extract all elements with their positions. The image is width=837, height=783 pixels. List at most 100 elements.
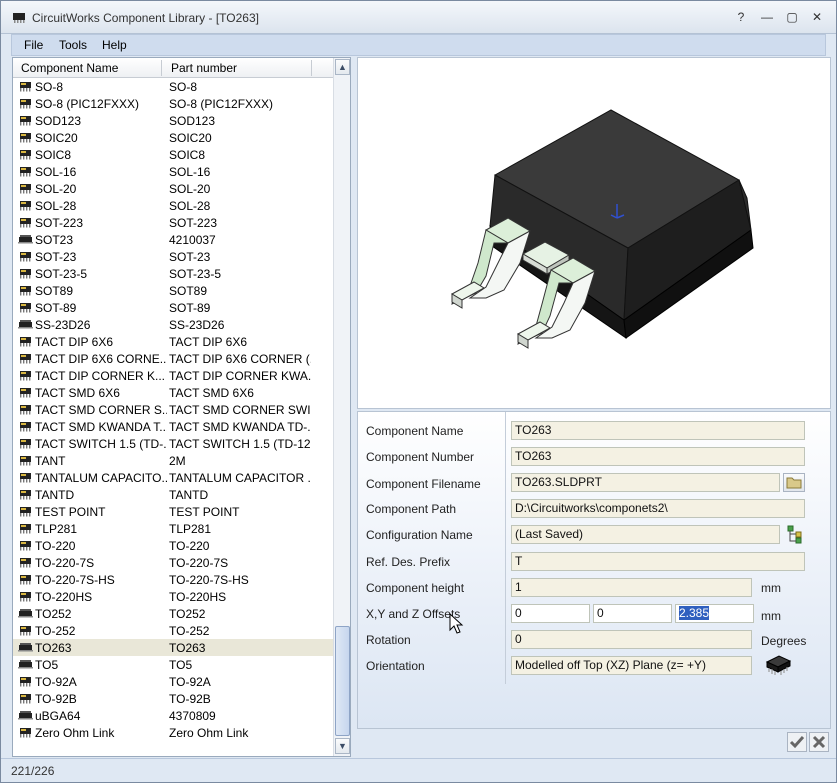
ic-chip-icon: [20, 337, 31, 347]
component-list[interactable]: Component Name Part number SO-8 SO-8 SO-8 …: [12, 57, 351, 757]
list-item[interactable]: TO252 TO252: [13, 605, 333, 622]
scroll-up-button[interactable]: ▲: [335, 59, 350, 75]
component-path-field[interactable]: D:\Circuitworks\componets2\: [511, 499, 805, 518]
row-component-name: TACT SWITCH 1.5 (TD-...: [35, 437, 167, 451]
list-item[interactable]: TO-92B TO-92B: [13, 690, 333, 707]
ic-chip-icon: [20, 354, 31, 364]
rotation-field[interactable]: 0: [511, 630, 752, 649]
to263-model-image: [450, 109, 754, 349]
orientation-field[interactable]: Modelled off Top (XZ) Plane (z= +Y): [511, 656, 752, 675]
x-offset-field[interactable]: 0: [511, 604, 590, 623]
list-item[interactable]: SOT89 SOT89: [13, 282, 333, 299]
list-item[interactable]: TO-220HS TO-220HS: [13, 588, 333, 605]
list-item[interactable]: SO-8 (PIC12FXXX) SO-8 (PIC12FXXX): [13, 95, 333, 112]
ic-chip-icon: [20, 218, 31, 228]
browse-folder-button[interactable]: [783, 473, 805, 492]
row-part-number: TO252: [169, 607, 206, 621]
list-item[interactable]: TO-220-7S-HS TO-220-7S-HS: [13, 571, 333, 588]
list-scrollbar[interactable]: ▲ ▼: [333, 58, 350, 756]
list-item[interactable]: Zero Ohm Link Zero Ohm Link: [13, 724, 333, 741]
list-item[interactable]: SOT-23 SOT-23: [13, 248, 333, 265]
column-separator[interactable]: [161, 60, 162, 76]
ok-button[interactable]: [787, 732, 807, 752]
list-item[interactable]: TACT SMD KWANDA T... TACT SMD KWANDA TD-.…: [13, 418, 333, 435]
menu-help[interactable]: Help: [102, 38, 127, 52]
y-offset-field[interactable]: 0: [593, 604, 672, 623]
close-button[interactable]: ✕: [809, 9, 825, 25]
list-item[interactable]: TO-92A TO-92A: [13, 673, 333, 690]
list-item[interactable]: TO5 TO5: [13, 656, 333, 673]
list-item[interactable]: TACT DIP 6X6 CORNE... TACT DIP 6X6 CORNER…: [13, 350, 333, 367]
row-component-name: Zero Ohm Link: [35, 726, 115, 740]
list-item[interactable]: TACT DIP 6X6 TACT DIP 6X6: [13, 333, 333, 350]
maximize-button[interactable]: ▢: [784, 9, 800, 25]
row-component-name: SOIC20: [35, 131, 78, 145]
column-header-component-name[interactable]: Component Name: [21, 61, 118, 75]
list-item[interactable]: TO-252 TO-252: [13, 622, 333, 639]
component-path-label: Component Path: [366, 502, 457, 516]
list-item[interactable]: SOT23 4210037: [13, 231, 333, 248]
component-number-label: Component Number: [366, 450, 475, 464]
ref-des-prefix-field[interactable]: T: [511, 552, 805, 571]
configuration-name-field[interactable]: (Last Saved): [511, 525, 780, 544]
component-number-field[interactable]: TO263: [511, 447, 805, 466]
list-item[interactable]: SS-23D26 SS-23D26: [13, 316, 333, 333]
help-button[interactable]: ?: [733, 9, 749, 25]
orientation-chip-button[interactable]: [763, 652, 793, 678]
row-part-number: SO-8: [169, 80, 198, 94]
row-part-number: TO-220: [169, 539, 210, 553]
component-height-field[interactable]: 1: [511, 578, 752, 597]
row-component-name: SO-8 (PIC12FXXX): [35, 97, 140, 111]
row-part-number: SOL-20: [169, 182, 211, 196]
z-offset-field[interactable]: 2.385: [675, 604, 754, 623]
list-item[interactable]: TANT 2M: [13, 452, 333, 469]
row-component-name: TACT DIP 6X6 CORNE...: [35, 352, 167, 366]
list-item[interactable]: TANTD TANTD: [13, 486, 333, 503]
row-part-number: TACT DIP 6X6: [169, 335, 248, 349]
scroll-thumb[interactable]: [335, 626, 350, 736]
list-item[interactable]: TEST POINT TEST POINT: [13, 503, 333, 520]
list-item[interactable]: SOD123 SOD123: [13, 112, 333, 129]
list-item[interactable]: uBGA64 4370809: [13, 707, 333, 724]
menu-file[interactable]: File: [24, 38, 43, 52]
configuration-tree-button[interactable]: [785, 524, 805, 544]
column-separator[interactable]: [311, 60, 312, 76]
cancel-button[interactable]: [809, 732, 829, 752]
list-item[interactable]: TACT SMD CORNER S... TACT SMD CORNER SWI.…: [13, 401, 333, 418]
scroll-down-button[interactable]: ▼: [335, 738, 350, 754]
model-preview[interactable]: [357, 57, 831, 409]
list-item[interactable]: TACT SMD 6X6 TACT SMD 6X6: [13, 384, 333, 401]
ic-flat-icon: [18, 643, 33, 652]
list-item[interactable]: SOL-28 SOL-28: [13, 197, 333, 214]
component-height-label: Component height: [366, 581, 465, 595]
list-item[interactable]: SOL-20 SOL-20: [13, 180, 333, 197]
row-component-name: TO263: [35, 641, 72, 655]
list-item[interactable]: SOIC8 SOIC8: [13, 146, 333, 163]
ic-chip-icon: [20, 490, 31, 500]
list-item[interactable]: SOT-23-5 SOT-23-5: [13, 265, 333, 282]
ic-flat-icon: [18, 711, 33, 720]
list-item[interactable]: TO263 TO263: [13, 639, 333, 656]
list-item[interactable]: TO-220 TO-220: [13, 537, 333, 554]
ic-chip-icon: [20, 422, 31, 432]
orientation-chip-icon: [765, 655, 792, 675]
minimize-button[interactable]: —: [759, 9, 775, 25]
list-item[interactable]: TLP281 TLP281: [13, 520, 333, 537]
list-item[interactable]: SOT-89 SOT-89: [13, 299, 333, 316]
list-item[interactable]: TO-220-7S TO-220-7S: [13, 554, 333, 571]
list-item[interactable]: SOIC20 SOIC20: [13, 129, 333, 146]
component-filename-field[interactable]: TO263.SLDPRT: [511, 473, 780, 492]
component-name-field[interactable]: TO263: [511, 421, 805, 440]
row-component-name: SOT-23: [35, 250, 77, 264]
list-item[interactable]: SOT-223 SOT-223: [13, 214, 333, 231]
ic-chip-icon: [20, 728, 31, 738]
list-item[interactable]: TACT SWITCH 1.5 (TD-... TACT SWITCH 1.5 (…: [13, 435, 333, 452]
list-item[interactable]: TANTALUM CAPACITO... TANTALUM CAPACITOR .…: [13, 469, 333, 486]
column-header-part-number[interactable]: Part number: [171, 61, 237, 75]
list-item[interactable]: SO-8 SO-8: [13, 78, 333, 95]
menu-tools[interactable]: Tools: [59, 38, 87, 52]
row-part-number: TACT SMD 6X6: [169, 386, 254, 400]
list-item[interactable]: SOL-16 SOL-16: [13, 163, 333, 180]
ic-chip-icon: [20, 99, 31, 109]
list-item[interactable]: TACT DIP CORNER K... TACT DIP CORNER KWA.…: [13, 367, 333, 384]
